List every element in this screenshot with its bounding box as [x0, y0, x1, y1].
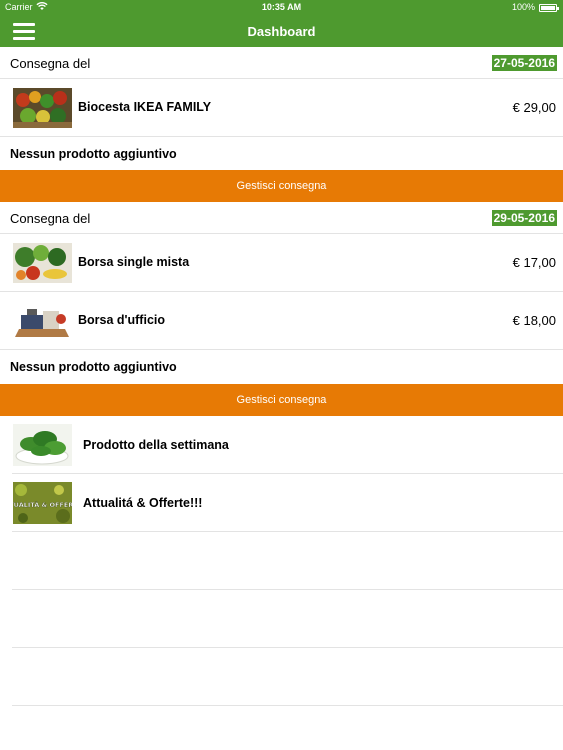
status-bar: Carrier 10:35 AM 100% — [0, 0, 563, 15]
product-row[interactable]: Biocesta IKEA FAMILY € 29,00 — [0, 79, 563, 137]
product-row[interactable]: Borsa single mista € 17,00 — [0, 234, 563, 292]
office-crate-image — [13, 301, 72, 341]
clock: 10:35 AM — [261, 2, 302, 12]
page-title: Dashboard — [247, 24, 316, 39]
weekly-product-label: Prodotto della settimana — [83, 438, 229, 452]
delivery-date: 27-05-2016 — [491, 55, 557, 71]
battery-percentage: 100% — [511, 2, 535, 12]
vegetable-basket-image — [13, 88, 72, 128]
delivery-header: Consegna del 27-05-2016 — [0, 47, 563, 79]
offers-banner-image: ATTUALITÀ & OFFERTE! — [13, 482, 72, 524]
mixed-vegetables-image — [13, 243, 72, 283]
product-price: € 17,00 — [512, 255, 556, 270]
spinach-bowl-image — [13, 424, 72, 466]
delivery-label: Consegna del — [10, 56, 91, 71]
delivery-header: Consegna del 29-05-2016 — [0, 202, 563, 234]
battery-icon — [539, 4, 559, 12]
delivery-date: 29-05-2016 — [491, 210, 557, 226]
delivery-label: Consegna del — [10, 211, 91, 226]
product-name: Borsa single mista — [78, 255, 190, 269]
news-offers-label: Attualitá & Offerte!!! — [83, 496, 203, 510]
empty-row — [12, 532, 563, 590]
product-price: € 18,00 — [512, 313, 556, 328]
hamburger-menu-icon[interactable] — [13, 21, 37, 41]
navigation-bar: Dashboard — [0, 15, 563, 47]
empty-row — [12, 590, 563, 648]
manage-delivery-button[interactable]: Gestisci consegna — [0, 384, 563, 416]
product-name: Borsa d'ufficio — [78, 313, 166, 327]
news-offers-row[interactable]: ATTUALITÀ & OFFERTE! Attualitá & Offerte… — [12, 474, 563, 532]
manage-delivery-button[interactable]: Gestisci consegna — [0, 170, 563, 202]
product-row[interactable]: Borsa d'ufficio € 18,00 — [0, 292, 563, 350]
no-extra-products-label: Nessun prodotto aggiuntivo — [10, 147, 177, 161]
product-name: Biocesta IKEA FAMILY — [78, 100, 212, 114]
weekly-product-row[interactable]: Prodotto della settimana — [12, 416, 563, 474]
svg-text:ATTUALITÀ & OFFERTE!: ATTUALITÀ & OFFERTE! — [13, 500, 72, 509]
empty-row — [12, 648, 563, 706]
no-extra-products-label: Nessun prodotto aggiuntivo — [10, 360, 177, 374]
product-price: € 29,00 — [512, 100, 556, 115]
